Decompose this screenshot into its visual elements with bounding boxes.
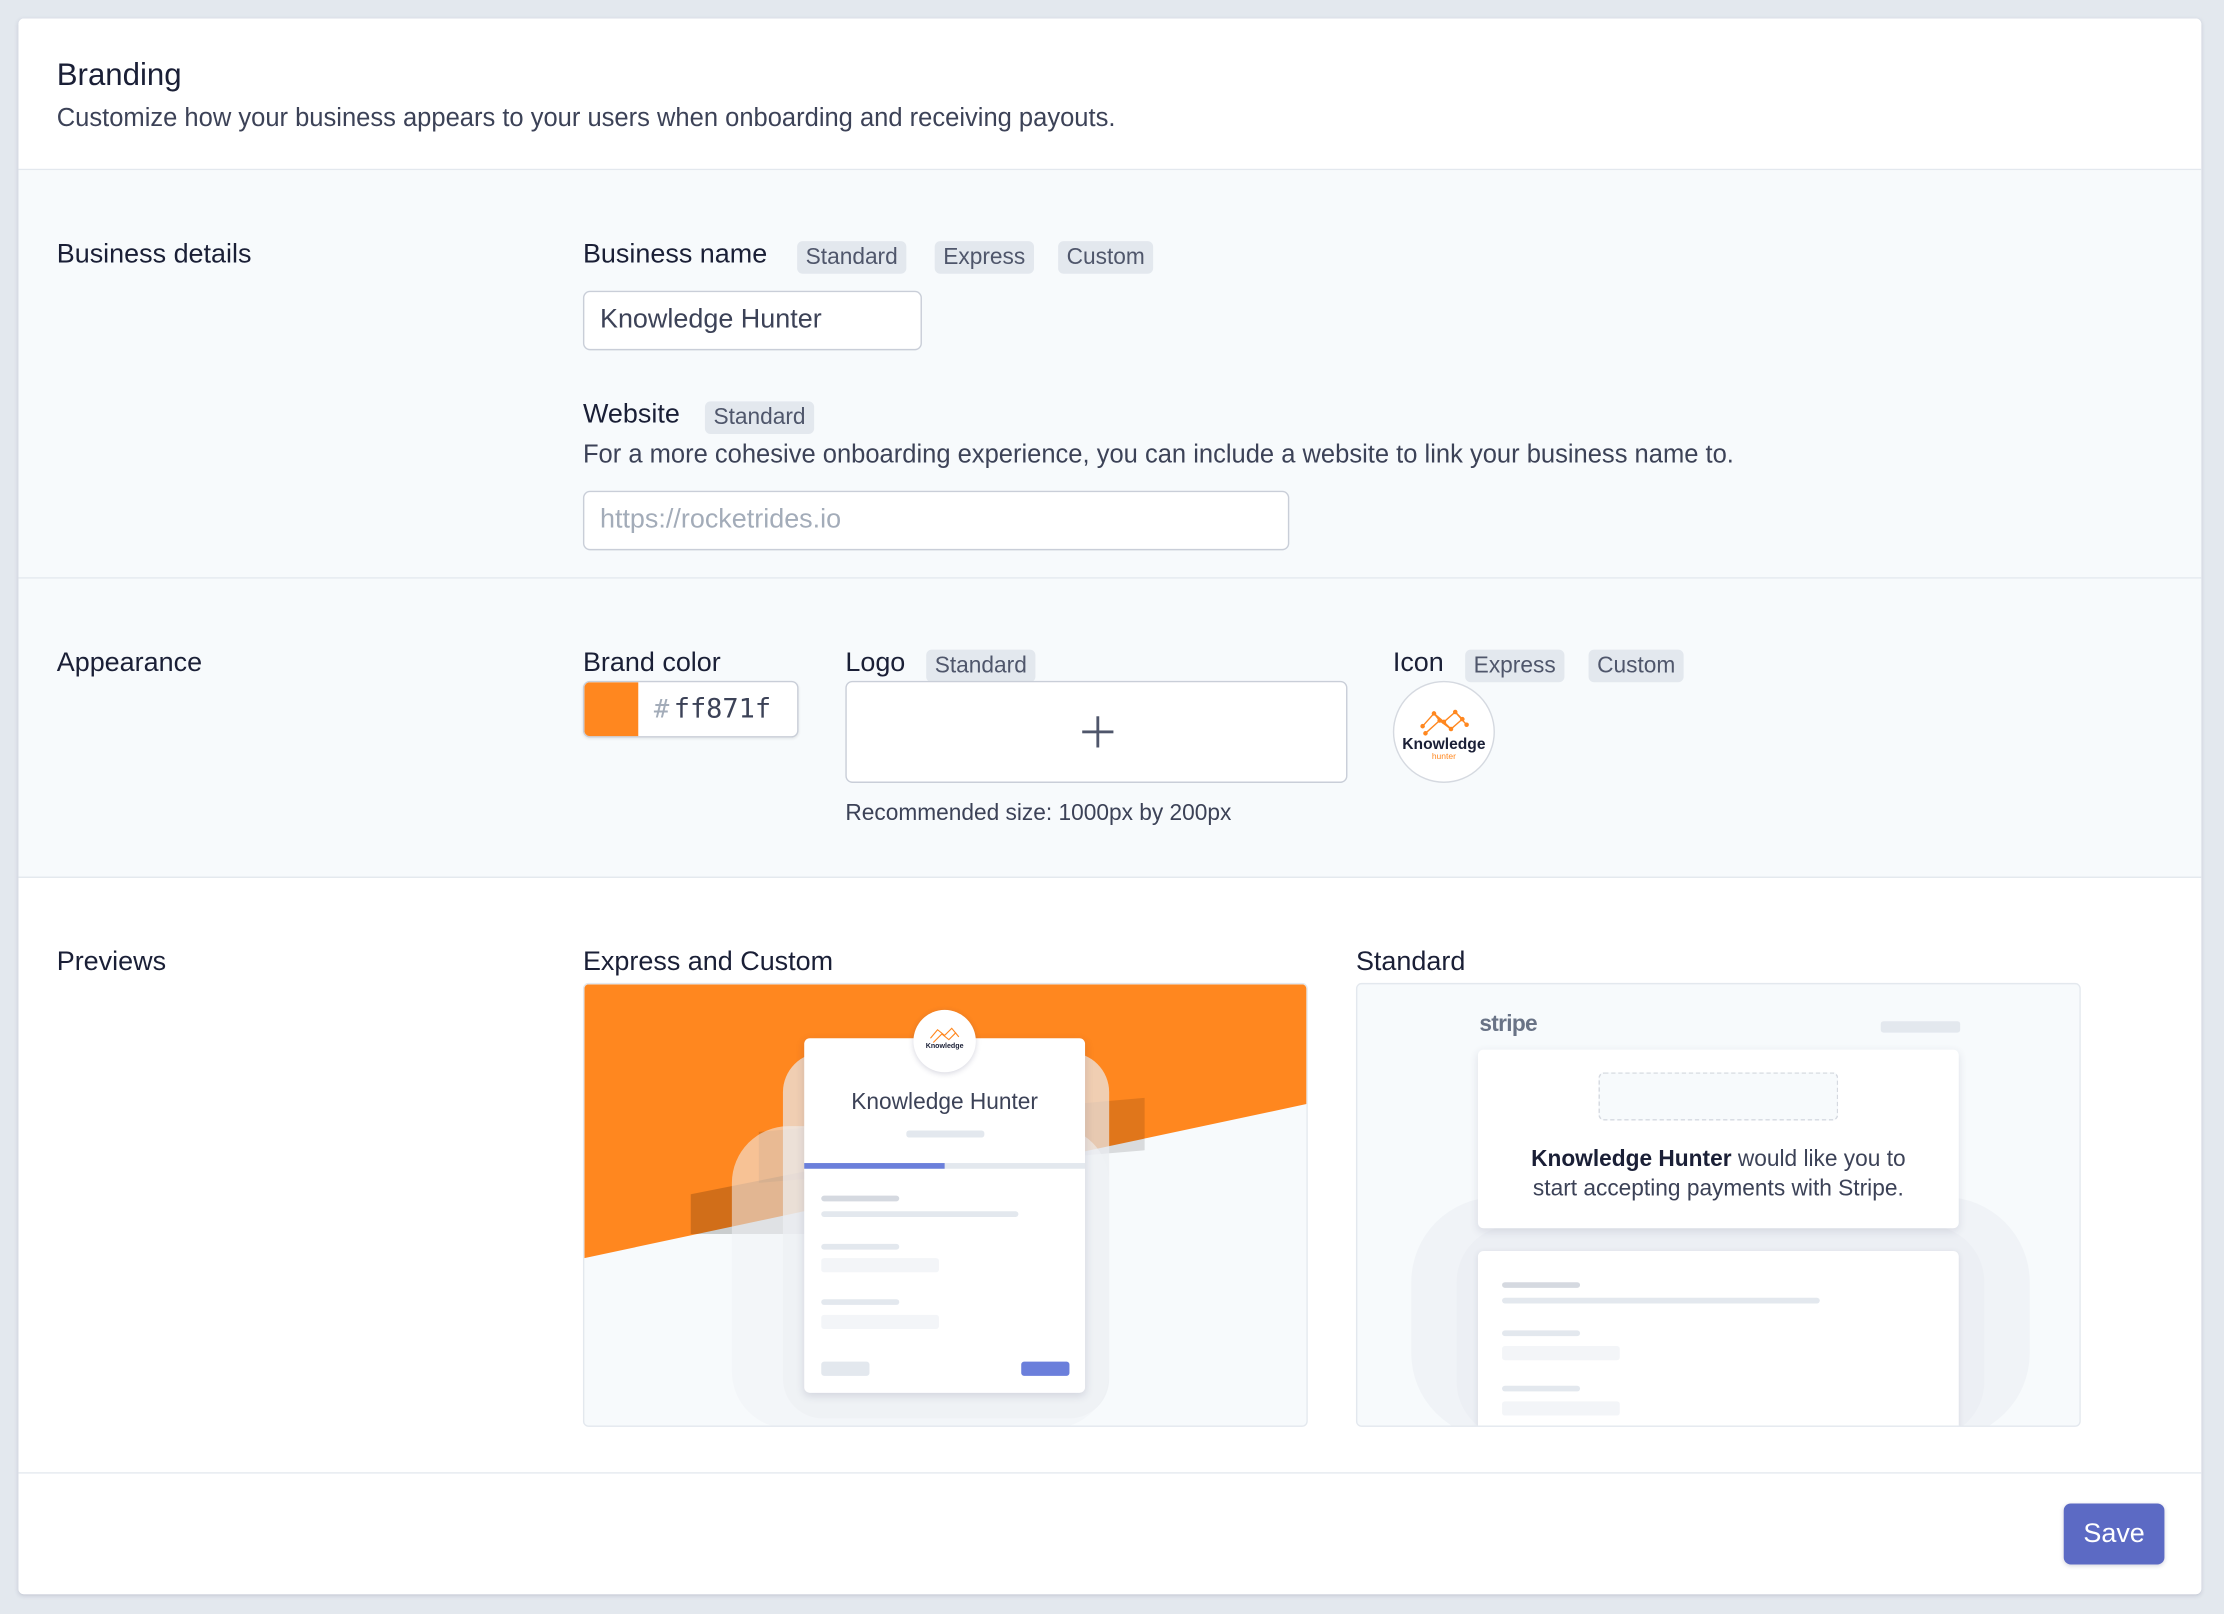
page-title: Branding bbox=[56, 56, 182, 93]
badge-express: Express bbox=[1465, 649, 1565, 683]
plus-icon bbox=[1096, 716, 1100, 748]
previews-label: Previews bbox=[56, 947, 167, 978]
logo-label: Logo bbox=[845, 648, 906, 678]
brand-color-label: Brand color bbox=[582, 648, 721, 678]
business-name-label: Business name bbox=[582, 239, 768, 270]
badge-express: Express bbox=[934, 241, 1034, 274]
preview-avatar-text: Knowledge bbox=[925, 1042, 964, 1052]
preview-standard-form bbox=[1477, 1251, 1959, 1426]
website-input[interactable] bbox=[582, 490, 1290, 551]
badge-standard: Standard bbox=[797, 241, 907, 274]
network-logo-icon bbox=[1420, 709, 1469, 736]
preview-standard-message: Knowledge Hunter would like you to start… bbox=[1531, 1147, 1906, 1202]
icon-logo-text: Knowledge bbox=[1402, 736, 1486, 754]
brand-color-hex-input[interactable]: ff871f bbox=[674, 694, 771, 725]
footer: Save bbox=[18, 1473, 2202, 1595]
preview-avatar: Knowledge bbox=[913, 1009, 976, 1073]
badge-custom: Custom bbox=[1588, 649, 1684, 683]
preview-business-name: Knowledge Hunter bbox=[851, 1090, 1038, 1115]
logo-placeholder bbox=[1598, 1072, 1839, 1121]
express-custom-preview: Knowledge Hunter Knowledge bbox=[582, 982, 1308, 1427]
hash-symbol: # bbox=[653, 695, 670, 725]
network-logo-icon bbox=[930, 1027, 960, 1043]
express-custom-preview-label: Express and Custom bbox=[582, 947, 834, 978]
brand-color-swatch[interactable] bbox=[584, 682, 639, 737]
preview-standard-card: Knowledge Hunter would like you to start… bbox=[1477, 1049, 1959, 1229]
brand-color-picker[interactable]: # ff871f bbox=[582, 680, 799, 738]
standard-preview: stripe Knowledge Hunter would like you t… bbox=[1355, 982, 2081, 1427]
website-label: Website bbox=[582, 399, 680, 430]
logo-size-hint: Recommended size: 1000px by 200px bbox=[845, 801, 1232, 826]
business-name-input[interactable] bbox=[582, 290, 922, 351]
badge-custom: Custom bbox=[1058, 241, 1154, 274]
appearance-section: Appearance Brand color # ff871f Logo Sta… bbox=[18, 578, 2202, 878]
preview-onboarding-card: Knowledge Hunter bbox=[804, 1038, 1086, 1393]
preview-progress-bar bbox=[804, 1163, 945, 1169]
previews-section: Previews Express and Custom Knowledge Hu… bbox=[18, 877, 2202, 1474]
page-header: Branding Customize how your business app… bbox=[18, 18, 2202, 171]
business-details-label: Business details bbox=[56, 239, 252, 270]
icon-upload-button[interactable]: Knowledge hunter bbox=[1392, 680, 1495, 783]
stripe-logo: stripe bbox=[1479, 1012, 1537, 1037]
icon-logo-subtext: hunter bbox=[1431, 753, 1456, 762]
icon-label: Icon bbox=[1392, 648, 1444, 678]
business-details-section: Business details Business name Standard … bbox=[18, 170, 2202, 579]
standard-preview-label: Standard bbox=[1355, 947, 1466, 978]
website-help-text: For a more cohesive onboarding experienc… bbox=[582, 439, 1734, 469]
appearance-label: Appearance bbox=[56, 648, 203, 678]
branding-card: Branding Customize how your business app… bbox=[18, 18, 2202, 1595]
save-button[interactable]: Save bbox=[2063, 1503, 2165, 1565]
logo-upload-button[interactable] bbox=[845, 680, 1348, 783]
preview-continue-button bbox=[1021, 1361, 1070, 1376]
page-subtitle: Customize how your business appears to y… bbox=[56, 103, 1116, 132]
badge-standard: Standard bbox=[926, 649, 1036, 683]
badge-standard: Standard bbox=[704, 401, 815, 435]
